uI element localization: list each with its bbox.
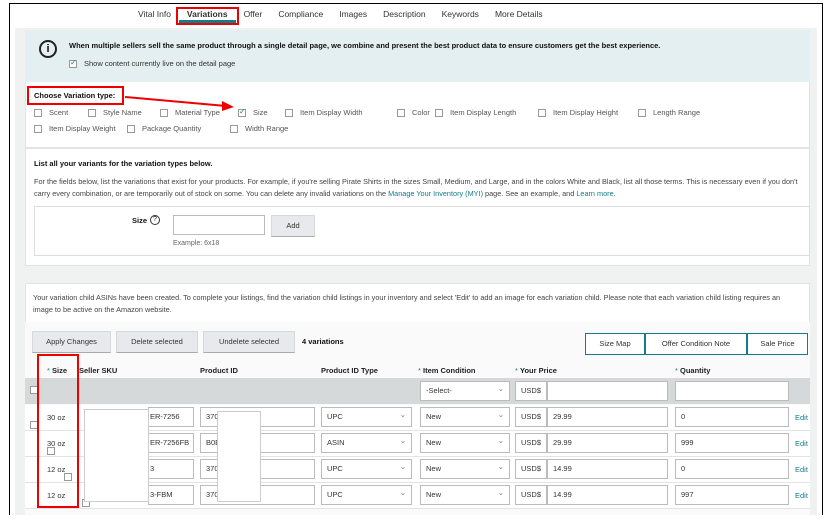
arrow-annotation	[124, 96, 234, 111]
